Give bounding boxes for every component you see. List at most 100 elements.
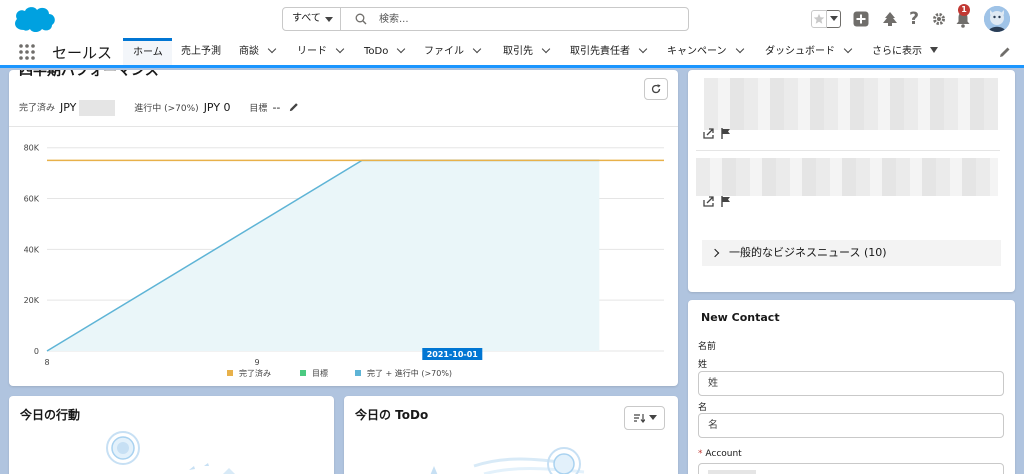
y-tick-label: 40K <box>24 245 40 254</box>
refresh-button[interactable] <box>644 78 668 100</box>
edit-goal-pencil-icon[interactable] <box>289 102 299 112</box>
account-field[interactable] <box>698 463 1004 474</box>
closed-plus-open-area <box>47 160 600 351</box>
card-title: 今日の行動 <box>20 408 81 422</box>
help-icon[interactable]: ? <box>906 6 922 32</box>
tab-todo[interactable]: ToDo <box>364 38 406 65</box>
notification-badge: 1 <box>958 4 970 16</box>
global-actions-icon[interactable] <box>852 6 870 32</box>
x-tick-label: 9 <box>254 358 259 367</box>
last-name-field[interactable] <box>698 371 1004 396</box>
chevron-down-icon[interactable] <box>638 44 648 54</box>
card-title: New Contact <box>701 311 780 324</box>
favorites-group[interactable] <box>810 6 842 32</box>
tab-opportunities[interactable]: 商談 <box>239 38 277 65</box>
todays-events-card: 今日の行動 <box>9 396 334 474</box>
account-label: * Account <box>698 449 742 459</box>
caret-down-icon[interactable] <box>930 47 938 53</box>
blurred-news-item-1 <box>704 78 998 130</box>
chevron-down-icon[interactable] <box>397 44 406 54</box>
trailhead-icon[interactable] <box>880 6 900 32</box>
news-item-2-actions <box>703 196 731 208</box>
goal-label: 目標 <box>249 103 268 114</box>
legend-swatch <box>300 370 306 376</box>
legend-swatch <box>227 370 233 376</box>
new-contact-card: New Contact 名前 姓 名 * Account <box>688 300 1015 474</box>
first-name-field[interactable] <box>698 413 1004 438</box>
y-tick-label: 0 <box>34 347 39 356</box>
tab-leads[interactable]: リード <box>297 38 345 65</box>
edit-nav-pencil-icon[interactable] <box>999 46 1011 58</box>
news-item-1-actions <box>703 128 731 140</box>
name-section-label: 名前 <box>698 342 717 352</box>
gear-icon[interactable] <box>930 6 948 32</box>
closed-label: 完了済み <box>19 103 56 114</box>
salesforce-logo[interactable] <box>10 4 58 34</box>
chevron-down-icon[interactable] <box>472 44 482 54</box>
chevron-down-icon <box>325 17 333 22</box>
legend-label: 完了 + 進行中 (>70%) <box>367 368 452 378</box>
performance-chart: 0 20K 40K 60K 80K 8 9 2021-10-01 完了済み 目標 完了 + 進行中 … <box>24 144 664 378</box>
y-tick-label: 80K <box>24 144 40 153</box>
closed-currency: JPY <box>60 100 77 114</box>
chevron-down-icon[interactable] <box>267 44 277 54</box>
share-icon[interactable] <box>703 196 715 207</box>
chevron-down-icon[interactable] <box>541 44 551 54</box>
blurred-closed-value <box>79 100 116 116</box>
tab-accounts[interactable]: 取引先 <box>503 38 551 65</box>
blurred-account-value <box>708 470 756 474</box>
first-name-label: 名 <box>698 403 708 413</box>
card-title: 四半期パフォーマンス <box>19 70 159 79</box>
favorites-list-icon[interactable] <box>827 10 841 28</box>
y-tick-label: 60K <box>24 195 40 204</box>
legend-label: 目標 <box>312 368 328 378</box>
flag-icon[interactable] <box>721 128 731 139</box>
news-card: 一般的なビジネスニュース (10) <box>688 70 1015 292</box>
goal-value: -- <box>272 100 281 114</box>
user-avatar[interactable] <box>984 6 1010 32</box>
news-separator <box>696 150 1000 151</box>
tab-campaigns[interactable]: キャンペーン <box>667 38 744 65</box>
card-title: 今日の ToDo <box>355 408 429 422</box>
legend-label: 完了済み <box>239 368 271 378</box>
accordion-label: 一般的なビジネスニュース (10) <box>729 246 887 259</box>
tab-contacts[interactable]: 取引先責任者 <box>570 38 648 65</box>
performance-summary: 完了済み JPY 進行中 (>70%) JPY 0 目標 -- <box>19 100 299 116</box>
open-label: 進行中 (>70%) <box>134 103 199 114</box>
chevron-down-icon[interactable] <box>735 44 744 54</box>
app-name: セールス <box>52 44 113 62</box>
sort-icon <box>633 414 645 423</box>
app-navigation-bar: セールス ホーム 売上予測 商談 リード ToDo ファイル 取引先 取引先責任… <box>0 38 1024 68</box>
search-input[interactable] <box>379 9 679 29</box>
flag-icon[interactable] <box>721 196 731 207</box>
star-icon[interactable] <box>811 10 827 28</box>
open-value: JPY 0 <box>203 100 231 114</box>
caret-down-icon <box>648 415 657 420</box>
date-marker-label: 2021-10-01 <box>427 350 479 359</box>
share-icon[interactable] <box>703 128 715 139</box>
tab-files[interactable]: ファイル <box>424 38 482 65</box>
tab-home[interactable]: ホーム <box>123 38 172 65</box>
chevron-down-icon[interactable] <box>843 44 853 54</box>
empty-state-illustration-icon <box>106 431 235 474</box>
search-scope-label: すべて <box>292 13 321 24</box>
business-news-accordion[interactable]: 一般的なビジネスニュース (10) <box>702 240 1001 266</box>
chevron-down-icon[interactable] <box>335 44 345 54</box>
last-name-label: 姓 <box>698 360 708 370</box>
tab-dashboards[interactable]: ダッシュボード <box>765 38 853 65</box>
quarterly-performance-card: 四半期パフォーマンス 完了済み JPY 進行中 (>70%) JPY 0 目標 -- … <box>9 70 678 386</box>
tab-forecasts[interactable]: 売上予測 <box>181 38 221 65</box>
tab-more[interactable]: さらに表示 <box>872 38 938 65</box>
todo-filter-button[interactable] <box>624 406 665 430</box>
todays-todo-card: 今日の ToDo <box>344 396 678 474</box>
search-icon <box>355 13 367 25</box>
x-tick-label: 8 <box>44 358 49 367</box>
search-scope-dropdown[interactable]: すべて <box>283 8 341 30</box>
chevron-right-icon <box>710 248 720 258</box>
legend-swatch <box>355 370 361 376</box>
app-launcher-icon[interactable] <box>19 44 35 60</box>
empty-state-illustration-icon <box>430 447 585 474</box>
blurred-news-item-2 <box>696 158 998 196</box>
global-header: すべて ? 1 <box>0 0 1024 38</box>
global-search[interactable]: すべて <box>282 7 689 31</box>
